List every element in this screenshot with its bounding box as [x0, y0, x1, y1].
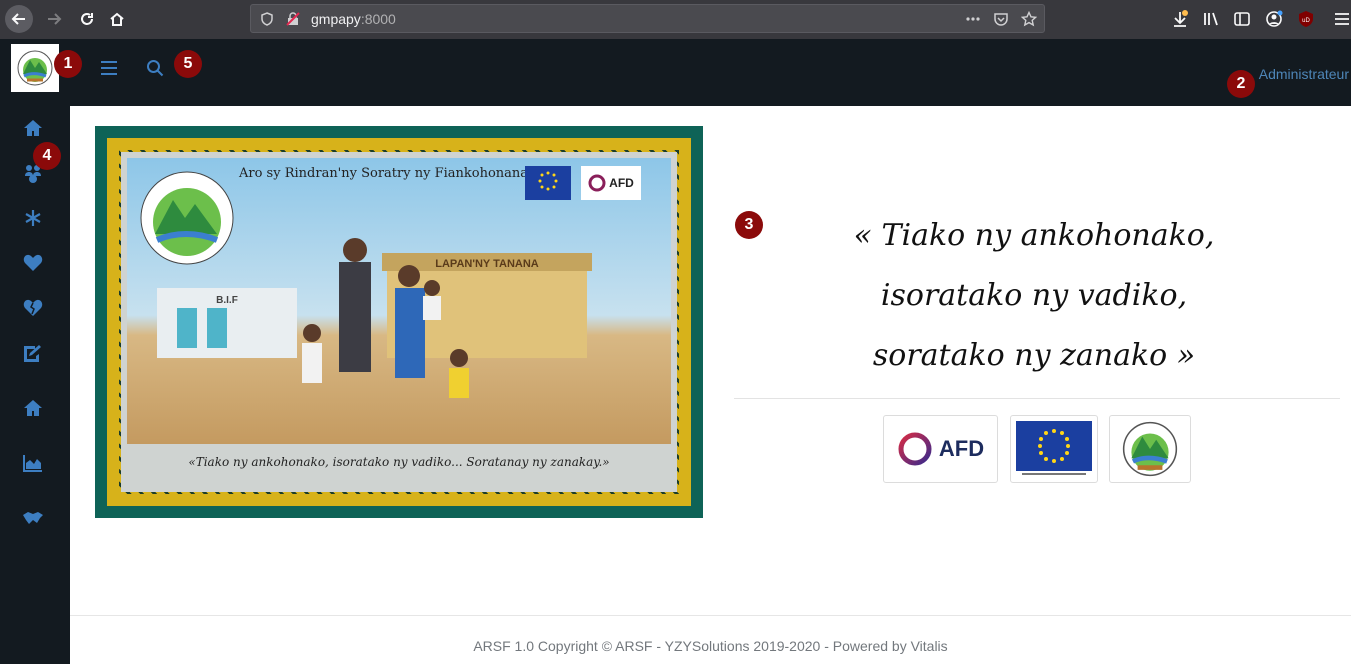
user-menu-link[interactable]: Administrateur — [1259, 66, 1349, 82]
afd-ring-icon — [588, 174, 606, 192]
arsf-logo-icon — [1122, 421, 1178, 477]
motto-quote: « Tiako ny ankohonako, isoratako ny vadi… — [734, 206, 1334, 386]
building-text: B.I.F — [216, 295, 238, 306]
sign-text: LAPAN'NY TANANA — [435, 258, 539, 270]
back-button[interactable] — [5, 5, 33, 33]
sidebar-item-home[interactable] — [22, 118, 44, 138]
library-icon[interactable] — [1201, 9, 1221, 29]
reload-icon — [81, 13, 93, 25]
svg-text:uD: uD — [1302, 18, 1310, 24]
sidebar-item-edit-document[interactable] — [22, 343, 44, 363]
pocket-icon[interactable] — [993, 11, 1009, 27]
sidebar-item-heart[interactable] — [22, 253, 44, 273]
arrow-left-icon — [11, 13, 25, 25]
banner-org-name: Aro sy Rindran'ny Soratry ny Fiankohonan… — [239, 166, 529, 181]
marker-5: 5 — [174, 50, 202, 78]
main-content: LAPAN'NY TANANA B.I.F Aro sy Rindran'ny … — [70, 106, 1351, 664]
partner-logo-arsf[interactable] — [1109, 415, 1191, 483]
app-logo[interactable] — [11, 44, 59, 92]
sidebar-item-broken-heart[interactable] — [22, 298, 44, 318]
marker-1: 1 — [54, 50, 82, 78]
partner-afd-label: AFD — [938, 436, 985, 461]
downloads-icon[interactable] — [1170, 9, 1190, 29]
url-text: gmpapy:8000 — [311, 11, 396, 27]
account-icon[interactable] — [1264, 9, 1284, 29]
partner-logo-eu[interactable] — [1010, 415, 1098, 483]
banner-afd-logo: AFD — [581, 166, 641, 200]
shield-icon[interactable] — [259, 11, 275, 27]
menu-toggle-button[interactable] — [99, 59, 119, 77]
banner-afd-label: AFD — [609, 176, 634, 190]
bookmark-star-icon[interactable] — [1021, 11, 1037, 27]
handshake-icon — [23, 512, 43, 524]
afd-ring-icon — [898, 432, 932, 466]
url-host: gmpapy — [311, 11, 361, 27]
home-icon — [110, 12, 124, 26]
eu-flag-image — [525, 166, 571, 200]
reload-button[interactable] — [73, 5, 101, 33]
marker-3: 3 — [735, 211, 763, 239]
ublock-extension-icon[interactable]: uD — [1296, 9, 1316, 29]
app-header: Administrateur — [0, 39, 1351, 106]
arrow-right-icon — [48, 13, 62, 25]
heart-icon — [23, 254, 43, 271]
marker-2: 2 — [1227, 70, 1255, 98]
snowflake-icon — [25, 210, 41, 226]
page-actions-icon[interactable] — [965, 11, 981, 27]
edit-document-icon — [24, 345, 41, 362]
hero-banner: LAPAN'NY TANANA B.I.F Aro sy Rindran'ny … — [95, 126, 703, 518]
broken-heart-icon — [23, 299, 43, 316]
sidebar-item-snowflake[interactable] — [22, 208, 44, 228]
sidebar-item-chart[interactable] — [22, 453, 44, 473]
url-port: :8000 — [360, 11, 396, 27]
area-chart-icon — [23, 455, 42, 472]
banner-caption: «Tiako ny ankohonako, isoratako ny vadik… — [188, 455, 610, 469]
home-icon — [24, 120, 42, 136]
quote-line-3: soratako ny zanako » — [872, 338, 1196, 373]
browser-toolbar: gmpapy:8000 uD — [0, 0, 1351, 39]
eu-flag-icon — [1016, 421, 1092, 475]
insecure-lock-icon[interactable] — [285, 11, 301, 27]
banner-poster: LAPAN'NY TANANA B.I.F Aro sy Rindran'ny … — [121, 152, 677, 492]
family-photo: LAPAN'NY TANANA B.I.F — [127, 158, 671, 444]
quote-line-2: isoratako ny vadiko, — [880, 278, 1188, 313]
menu-icon[interactable] — [1332, 9, 1351, 29]
arsf-logo-icon — [17, 50, 53, 86]
marker-4: 4 — [33, 142, 61, 170]
address-bar[interactable]: gmpapy:8000 — [250, 4, 1045, 33]
search-button[interactable] — [146, 59, 164, 77]
footer-divider — [70, 615, 1351, 616]
sidebar-item-handshake[interactable] — [22, 508, 44, 528]
quote-line-1: « Tiako ny ankohonako, — [853, 218, 1215, 253]
divider — [734, 398, 1340, 399]
search-icon — [147, 60, 164, 77]
partner-logo-afd[interactable]: AFD — [883, 415, 998, 483]
footer-copyright: ARSF 1.0 Copyright © ARSF - YZYSolutions… — [473, 638, 948, 654]
sidebar-item-home-2[interactable] — [22, 398, 44, 418]
forward-button[interactable] — [40, 5, 68, 33]
hamburger-icon — [101, 61, 117, 75]
home-icon — [24, 400, 42, 416]
sidebar-toggle-icon[interactable] — [1232, 9, 1252, 29]
sidebar — [0, 106, 70, 664]
home-button[interactable] — [103, 5, 131, 33]
